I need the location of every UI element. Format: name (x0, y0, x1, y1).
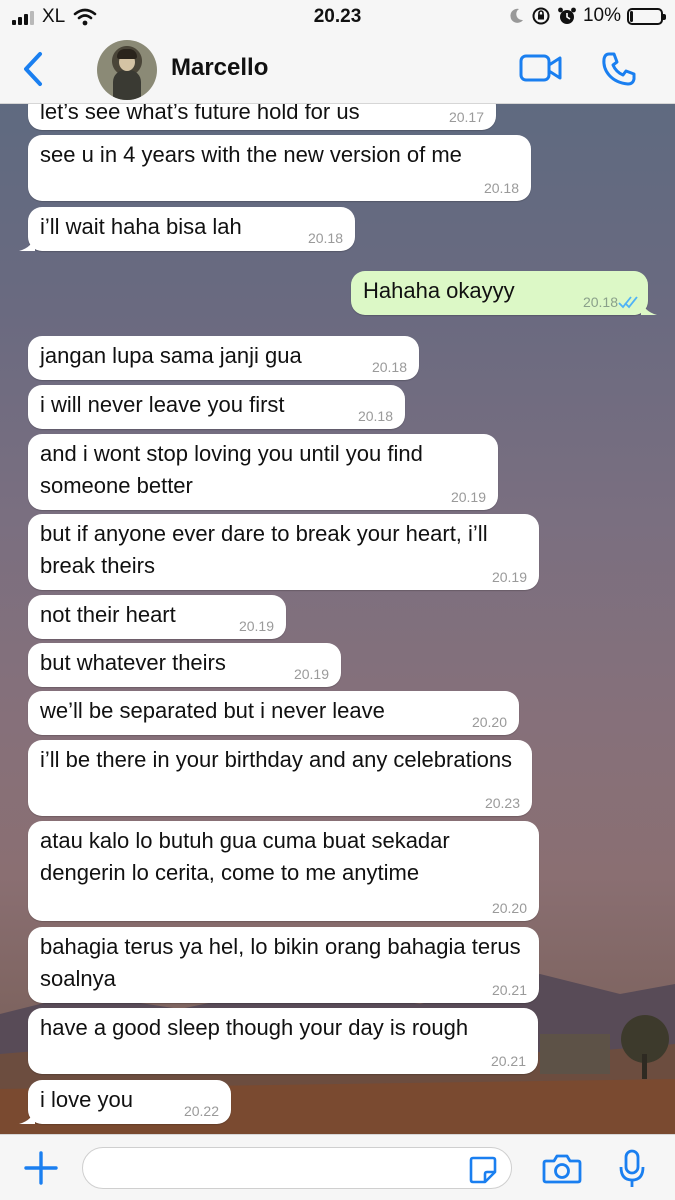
message-time: 20.21 (490, 1053, 526, 1069)
message-bubble[interactable]: not their heart 20.19 (28, 595, 286, 639)
contact-name[interactable]: Marcello (171, 54, 268, 82)
chat-header: Marcello (0, 34, 675, 104)
moon-icon (510, 8, 523, 23)
message-text: i’ll wait haha bisa lah (40, 214, 242, 239)
input-bar (0, 1134, 675, 1200)
message-time: 20.19 (293, 666, 329, 682)
message-bubble[interactable]: i’ll wait haha bisa lah 20.18 (19, 207, 355, 251)
message-time: 20.18 (582, 294, 618, 310)
message-time: 20.18 (307, 230, 343, 246)
message-time: 20.18 (357, 408, 393, 424)
message-time: 20.17 (448, 109, 484, 125)
message-time: 20.19 (491, 569, 527, 585)
message-text: let’s see what’s future hold for us (40, 104, 360, 124)
avatar[interactable] (97, 40, 157, 100)
message-time: 20.21 (491, 982, 527, 998)
message-bubble[interactable]: but whatever theirs 20.19 (28, 643, 341, 687)
plus-icon[interactable] (22, 1149, 60, 1187)
double-check-icon (618, 296, 638, 309)
message-bubble-outgoing[interactable]: Hahaha okayyy 20.18 (351, 271, 657, 315)
message-bubble[interactable]: jangan lupa sama janji gua 20.18 (28, 336, 419, 380)
message-text: bahagia terus ya hel, lo bikin orang bah… (40, 934, 527, 991)
message-bubble[interactable]: i will never leave you first 20.18 (28, 385, 405, 429)
microphone-icon[interactable] (618, 1149, 646, 1189)
message-time: 20.23 (484, 795, 520, 811)
camera-icon[interactable] (542, 1153, 582, 1185)
message-text: see u in 4 years with the new version of… (40, 142, 462, 167)
message-text: and i wont stop loving you until you fin… (40, 441, 429, 498)
bubble-tail (641, 299, 657, 315)
message-input[interactable] (82, 1147, 512, 1189)
bubble-tail (19, 1108, 35, 1124)
chat-area[interactable]: let’s see what’s future hold for us 20.1… (0, 104, 675, 1134)
message-bubble[interactable]: atau kalo lo butuh gua cuma buat sekadar… (28, 821, 539, 921)
sticker-icon[interactable] (468, 1155, 498, 1185)
message-bubble[interactable]: i love you 20.22 (19, 1080, 231, 1124)
phone-icon[interactable] (600, 50, 638, 88)
orientation-lock-icon (532, 7, 550, 25)
message-text: we’ll be separated but i never leave (40, 698, 385, 723)
message-time: 20.22 (183, 1103, 219, 1119)
video-call-icon[interactable] (518, 52, 564, 84)
status-bar: XL 20.23 10% (0, 0, 675, 34)
message-bubble[interactable]: bahagia terus ya hel, lo bikin orang bah… (28, 927, 539, 1003)
message-bubble[interactable]: and i wont stop loving you until you fin… (28, 434, 498, 510)
message-text: i’ll be there in your birthday and any c… (40, 747, 513, 772)
message-bubble[interactable]: i’ll be there in your birthday and any c… (28, 740, 532, 816)
message-text: have a good sleep though your day is rou… (40, 1015, 469, 1040)
message-text: jangan lupa sama janji gua (40, 343, 302, 368)
message-bubble[interactable]: we’ll be separated but i never leave 20.… (28, 691, 519, 735)
message-bubble[interactable]: see u in 4 years with the new version of… (28, 135, 531, 201)
message-time: 20.20 (491, 900, 527, 916)
bubble-tail (19, 235, 35, 251)
message-bubble[interactable]: have a good sleep though your day is rou… (28, 1008, 538, 1074)
message-time: 20.19 (450, 489, 486, 505)
battery-percent: 10% (582, 5, 621, 26)
message-text: but if anyone ever dare to break your he… (40, 521, 494, 578)
message-text: i will never leave you first (40, 392, 285, 417)
message-time: 20.19 (238, 618, 274, 634)
message-time: 20.18 (371, 359, 407, 375)
message-bubble[interactable]: let’s see what’s future hold for us 20.1… (28, 104, 496, 130)
status-right: 10% (507, 5, 666, 27)
alarm-icon (558, 7, 576, 24)
message-bubble[interactable]: but if anyone ever dare to break your he… (28, 514, 539, 590)
battery-icon (627, 7, 666, 25)
message-time: 20.18 (483, 180, 519, 196)
message-text: atau kalo lo butuh gua cuma buat sekadar… (40, 828, 456, 885)
back-chevron-icon[interactable] (18, 50, 48, 88)
message-text: but whatever theirs (40, 650, 226, 675)
message-time: 20.20 (471, 714, 507, 730)
